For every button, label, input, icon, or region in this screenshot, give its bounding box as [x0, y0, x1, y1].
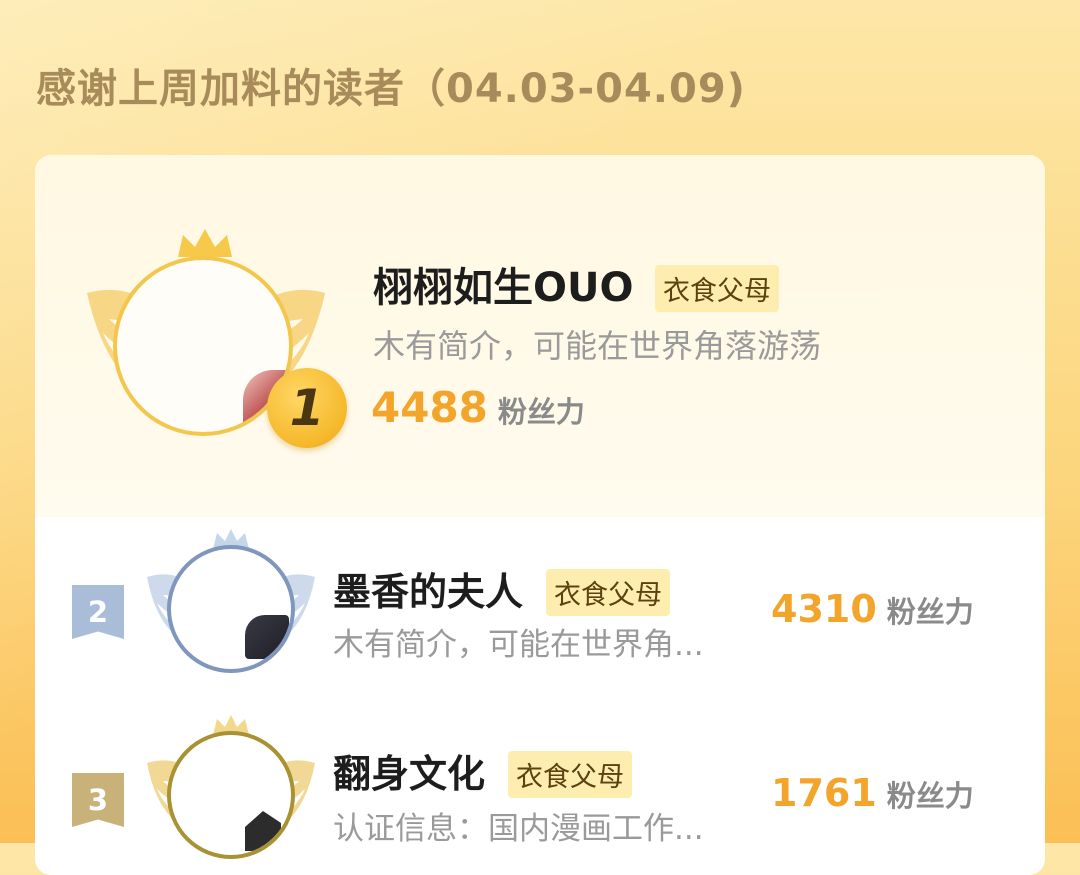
reader-name[interactable]: 栩栩如生OUO	[373, 255, 634, 313]
reader-badge: 衣食父母	[655, 265, 779, 312]
avatar[interactable]	[167, 731, 295, 859]
rank-tag-2: 2	[72, 585, 124, 639]
leaderboard-item-rank-3[interactable]: 3 翻身文化 衣食父母 认证信息：国内漫画工作... 1761 粉丝力	[35, 703, 1045, 875]
reader-name[interactable]: 翻身文化	[333, 743, 485, 798]
fan-power-score: 4310 粉丝力	[771, 587, 974, 631]
reader-bio: 木有简介，可能在世界角落游荡	[373, 327, 822, 365]
avatar-image	[245, 615, 289, 659]
reader-bio: 认证信息：国内漫画工作...	[333, 811, 704, 847]
reader-bio: 木有简介，可能在世界角...	[333, 627, 704, 663]
fan-power-unit: 粉丝力	[886, 779, 974, 813]
fan-power-unit: 粉丝力	[497, 395, 585, 429]
reader-name[interactable]: 墨香的夫人	[333, 561, 523, 616]
leaderboard-item-rank-1[interactable]: 1 栩栩如生OUO 衣食父母 木有简介，可能在世界角落游荡 4488 粉丝力	[35, 155, 1045, 517]
fan-power-value: 1761	[771, 771, 877, 815]
fan-power-unit: 粉丝力	[886, 595, 974, 629]
fan-power-score: 4488 粉丝力	[371, 383, 585, 432]
avatar-image	[245, 811, 281, 851]
leaderboard-card: 1 栩栩如生OUO 衣食父母 木有简介，可能在世界角落游荡 4488 粉丝力 2 …	[35, 155, 1045, 875]
fan-power-value: 4310	[771, 587, 877, 631]
reader-badge: 衣食父母	[508, 751, 632, 798]
gold-avatar-frame: 1	[83, 223, 347, 453]
rank-medal-1: 1	[267, 368, 347, 448]
bronze-avatar-frame	[145, 713, 317, 873]
avatar[interactable]	[167, 545, 295, 673]
rank-tag-3: 3	[72, 773, 124, 827]
silver-avatar-frame	[145, 527, 317, 687]
avatar[interactable]	[113, 256, 293, 436]
leaderboard-item-rank-2[interactable]: 2 墨香的夫人 衣食父母 木有简介，可能在世界角... 4310 粉丝力	[35, 517, 1045, 697]
fan-power-score: 1761 粉丝力	[771, 771, 974, 815]
page-title: 感谢上周加料的读者（04.03-04.09)	[36, 66, 746, 112]
fan-power-value: 4488	[371, 383, 488, 432]
reader-badge: 衣食父母	[546, 569, 670, 616]
